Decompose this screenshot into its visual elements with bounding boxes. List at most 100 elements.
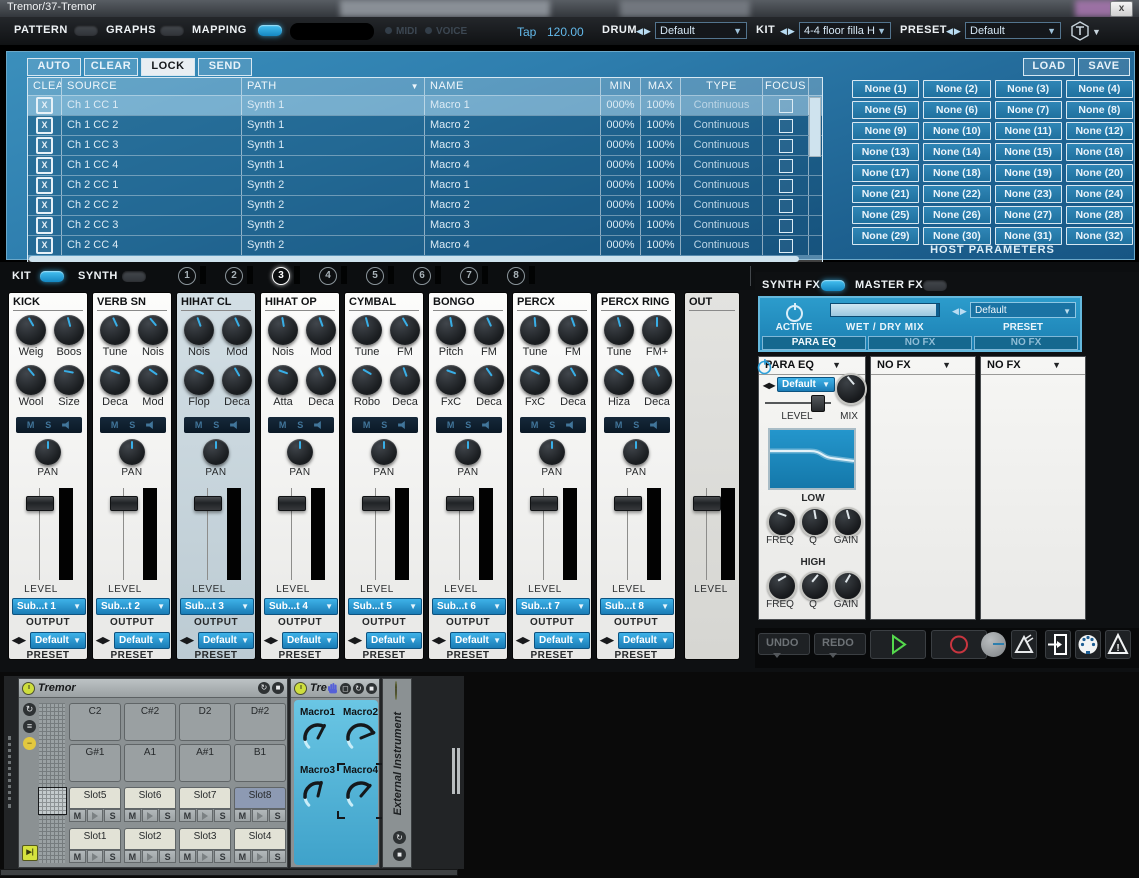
solo-button[interactable]: S bbox=[297, 420, 303, 430]
host-param-button[interactable]: None (3) bbox=[995, 80, 1062, 98]
macro-knob-4[interactable]: Macro4 bbox=[340, 765, 381, 817]
pan-knob[interactable] bbox=[35, 439, 61, 465]
fx-preset-arrows[interactable]: ◀▶ bbox=[952, 306, 968, 317]
macro-knob-3[interactable]: Macro3 bbox=[297, 765, 338, 817]
focus-checkbox[interactable] bbox=[779, 219, 793, 233]
solo-button[interactable]: S bbox=[381, 420, 387, 430]
preset-arrows[interactable]: ◀▶ bbox=[432, 635, 446, 646]
level-fader[interactable] bbox=[194, 488, 220, 580]
host-param-button[interactable]: None (19) bbox=[995, 164, 1062, 182]
save-preset-icon[interactable]: ■ bbox=[272, 682, 284, 694]
solo-button[interactable]: S bbox=[45, 420, 51, 430]
host-param-button[interactable]: None (17) bbox=[852, 164, 919, 182]
graphs-toggle[interactable] bbox=[160, 25, 184, 36]
host-param-button[interactable]: None (26) bbox=[923, 206, 990, 224]
preset-arrows[interactable]: ◀▶ bbox=[96, 635, 110, 646]
host-param-button[interactable]: None (27) bbox=[995, 206, 1062, 224]
pan-knob[interactable] bbox=[203, 439, 229, 465]
warning-icon[interactable]: ! bbox=[1105, 630, 1131, 659]
undo-button[interactable]: UNDO bbox=[758, 633, 810, 655]
mixer-strip-verb-sn[interactable]: VERB SNTuneNoisDecaModMSPANLEVELSub...t … bbox=[92, 292, 172, 660]
pad-solo-button[interactable]: S bbox=[159, 850, 176, 863]
record-button[interactable] bbox=[931, 630, 987, 659]
mapping-row[interactable]: XCh 2 CC 1Synth 2Macro 1000%100%Continuo… bbox=[28, 175, 822, 195]
column-header-max[interactable]: MAX bbox=[641, 78, 681, 95]
hot-swap-icon[interactable]: ↻ bbox=[353, 683, 364, 694]
focus-checkbox[interactable] bbox=[779, 239, 793, 253]
eq-freq-knob[interactable] bbox=[767, 571, 797, 601]
mute-button[interactable]: M bbox=[195, 420, 203, 430]
drum-pad-Slot5[interactable]: Slot5 bbox=[69, 787, 121, 809]
mapping-row[interactable]: XCh 1 CC 4Synth 1Macro 4000%100%Continuo… bbox=[28, 155, 822, 175]
preset-arrows[interactable]: ◀▶ bbox=[264, 635, 278, 646]
drum-pad-Slot8[interactable]: Slot8 bbox=[234, 787, 286, 809]
mute-button[interactable]: M bbox=[363, 420, 371, 430]
save-button[interactable]: SAVE bbox=[1078, 58, 1130, 76]
knob-deca[interactable] bbox=[390, 365, 420, 395]
fxpansion-logo-icon[interactable] bbox=[1011, 630, 1037, 659]
focus-checkbox[interactable] bbox=[779, 99, 793, 113]
kit-slot-5[interactable]: 5 bbox=[366, 267, 384, 285]
mixer-strip-percx[interactable]: PERCXTuneFMFxCDecaMSPANLEVELSub...t 7▼OU… bbox=[512, 292, 592, 660]
host-param-button[interactable]: None (23) bbox=[995, 185, 1062, 203]
mapping-row[interactable]: XCh 1 CC 2Synth 1Macro 2000%100%Continuo… bbox=[28, 115, 822, 135]
pattern-toggle[interactable] bbox=[74, 25, 98, 36]
pad-mute-button[interactable]: M bbox=[234, 850, 251, 863]
save-preset-icon[interactable]: ■ bbox=[366, 683, 377, 694]
pattern-tab[interactable]: PATTERN bbox=[14, 24, 68, 36]
eq-q-knob[interactable] bbox=[800, 507, 830, 537]
knob-fm[interactable] bbox=[558, 315, 588, 345]
column-header-name[interactable]: NAME bbox=[425, 78, 601, 95]
device-on-icon[interactable] bbox=[22, 682, 35, 695]
drum-pad-Slot1[interactable]: Slot1 bbox=[69, 828, 121, 850]
eq-freq-knob[interactable] bbox=[767, 507, 797, 537]
knob-nois[interactable] bbox=[268, 315, 298, 345]
mixer-strip-percx-ring[interactable]: PERCX RINGTuneFM+HizaDecaMSPANLEVELSub..… bbox=[596, 292, 676, 660]
hot-swap-icon[interactable]: ↻ bbox=[393, 831, 406, 844]
kit-slot-4[interactable]: 4 bbox=[319, 267, 337, 285]
kit-slot-3[interactable]: 3 bbox=[272, 267, 290, 285]
drum-pad-C2[interactable]: C2 bbox=[69, 703, 121, 741]
output-dropdown[interactable]: Sub...t 5▼ bbox=[348, 598, 422, 615]
tremor-logo-icon[interactable] bbox=[1070, 21, 1090, 41]
host-param-button[interactable]: None (32) bbox=[1066, 227, 1133, 245]
mute-solo-bar[interactable]: MS bbox=[16, 417, 82, 433]
auto-select-icon[interactable]: ▶| bbox=[22, 845, 38, 861]
mapping-send-button[interactable]: SEND bbox=[198, 58, 252, 76]
knob-deca[interactable] bbox=[306, 365, 336, 395]
show-io-icon[interactable]: ↻ bbox=[23, 703, 36, 716]
mute-solo-bar[interactable]: MS bbox=[268, 417, 334, 433]
mute-solo-bar[interactable]: MS bbox=[352, 417, 418, 433]
knob-robo[interactable] bbox=[352, 365, 382, 395]
mute-button[interactable]: M bbox=[27, 420, 35, 430]
output-dropdown[interactable]: Sub...t 8▼ bbox=[600, 598, 674, 615]
kit-dropdown[interactable]: 4-4 floor filla H▼ bbox=[799, 22, 891, 39]
pad-mute-button[interactable]: M bbox=[179, 850, 196, 863]
pad-mute-button[interactable]: M bbox=[124, 850, 141, 863]
host-param-button[interactable]: None (4) bbox=[1066, 80, 1133, 98]
pan-knob[interactable] bbox=[119, 439, 145, 465]
mapping-row[interactable]: XCh 2 CC 3Synth 2Macro 3000%100%Continuo… bbox=[28, 215, 822, 235]
drum-pad-A1[interactable]: A1 bbox=[124, 744, 176, 782]
pad-mute-button[interactable]: M bbox=[69, 850, 86, 863]
mute-button[interactable]: M bbox=[279, 420, 287, 430]
drum-pad-C#2[interactable]: C#2 bbox=[124, 703, 176, 741]
preset-dropdown[interactable]: Default▼ bbox=[114, 632, 170, 649]
preset-dropdown[interactable]: Default▼ bbox=[30, 632, 86, 649]
pad-mute-button[interactable]: M bbox=[234, 809, 251, 822]
mute-button[interactable]: M bbox=[531, 420, 539, 430]
drum-pad-D2[interactable]: D2 bbox=[179, 703, 231, 741]
knob-tune[interactable] bbox=[100, 315, 130, 345]
pad-preview-button[interactable] bbox=[197, 850, 214, 863]
knob-nois[interactable] bbox=[184, 315, 214, 345]
focus-checkbox[interactable] bbox=[779, 139, 793, 153]
host-param-button[interactable]: None (20) bbox=[1066, 164, 1133, 182]
device-titlebar[interactable]: Tremor ↻ ■ bbox=[19, 679, 287, 698]
preset-arrows[interactable]: ◀▶ bbox=[600, 635, 614, 646]
knob-boos[interactable] bbox=[54, 315, 84, 345]
host-param-button[interactable]: None (21) bbox=[852, 185, 919, 203]
solo-button[interactable]: S bbox=[549, 420, 555, 430]
mapping-row[interactable]: XCh 2 CC 2Synth 2Macro 2000%100%Continuo… bbox=[28, 195, 822, 215]
solo-button[interactable]: S bbox=[465, 420, 471, 430]
host-param-button[interactable]: None (2) bbox=[923, 80, 990, 98]
